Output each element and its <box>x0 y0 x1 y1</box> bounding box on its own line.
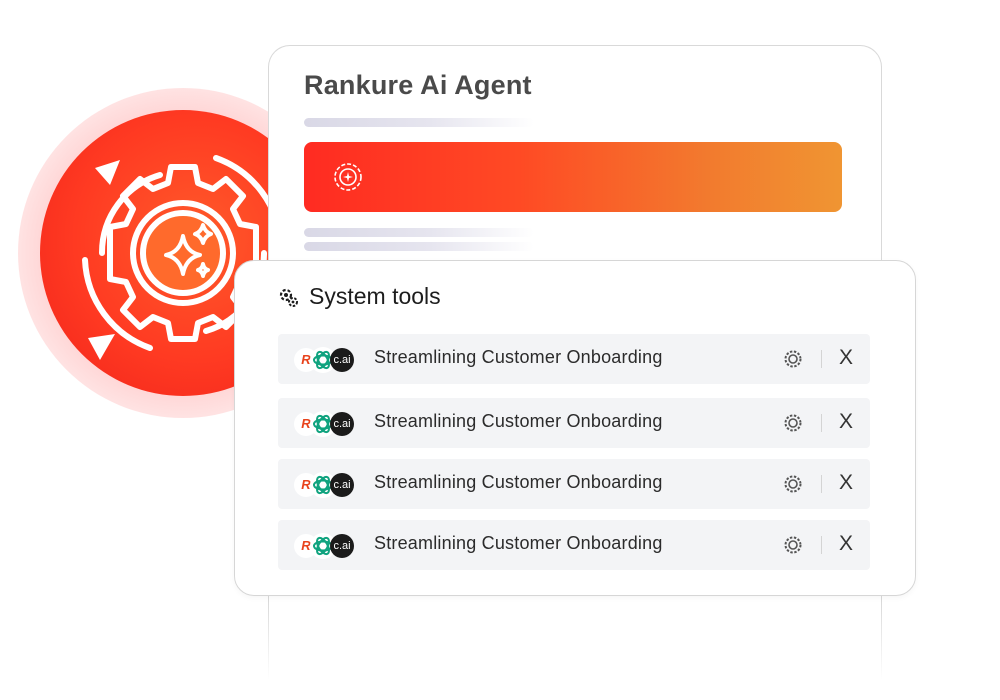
tool-row[interactable]: R c.ai Streamlining Customer Onboarding … <box>278 398 870 448</box>
row-divider <box>821 350 822 368</box>
skeleton-line <box>304 118 534 127</box>
row-divider <box>821 414 822 432</box>
remove-tool-button[interactable]: X <box>839 471 853 495</box>
character-ai-logo: c.ai <box>330 534 354 558</box>
card-fade <box>268 600 882 700</box>
character-ai-logo: c.ai <box>330 348 354 372</box>
tools-gear-icon <box>279 288 298 307</box>
tool-label: Streamlining Customer Onboarding <box>374 533 663 553</box>
skeleton-line <box>304 242 534 251</box>
system-tools-card: System tools R c.ai Streamlining Custome… <box>234 260 916 596</box>
tool-row[interactable]: R c.ai Streamlining Customer Onboarding … <box>278 459 870 509</box>
tool-label: Streamlining Customer Onboarding <box>374 411 663 431</box>
system-tools-header: System tools <box>277 283 441 310</box>
tool-logos: R c.ai <box>294 533 356 559</box>
settings-gear-icon[interactable] <box>783 535 803 555</box>
tool-label: Streamlining Customer Onboarding <box>374 472 663 492</box>
settings-gear-icon[interactable] <box>783 349 803 369</box>
gear-icon <box>334 163 362 191</box>
tool-logos: R c.ai <box>294 472 356 498</box>
character-ai-logo: c.ai <box>330 473 354 497</box>
row-divider <box>821 475 822 493</box>
tool-label: Streamlining Customer Onboarding <box>374 347 663 367</box>
remove-tool-button[interactable]: X <box>839 346 853 370</box>
remove-tool-button[interactable]: X <box>839 410 853 434</box>
remove-tool-button[interactable]: X <box>839 532 853 556</box>
tool-row[interactable]: R c.ai Streamlining Customer Onboarding … <box>278 520 870 570</box>
settings-gear-icon[interactable] <box>783 413 803 433</box>
tool-logos: R c.ai <box>294 411 356 437</box>
tool-logos: R c.ai <box>294 347 356 373</box>
agent-active-bar[interactable] <box>304 142 842 212</box>
character-ai-logo: c.ai <box>330 412 354 436</box>
tool-row[interactable]: R c.ai Streamlining Customer Onboarding … <box>278 334 870 384</box>
row-divider <box>821 536 822 554</box>
system-tools-title: System tools <box>309 283 441 309</box>
settings-gear-icon[interactable] <box>783 474 803 494</box>
skeleton-line <box>304 228 534 237</box>
agent-title: Rankure Ai Agent <box>304 70 532 100</box>
